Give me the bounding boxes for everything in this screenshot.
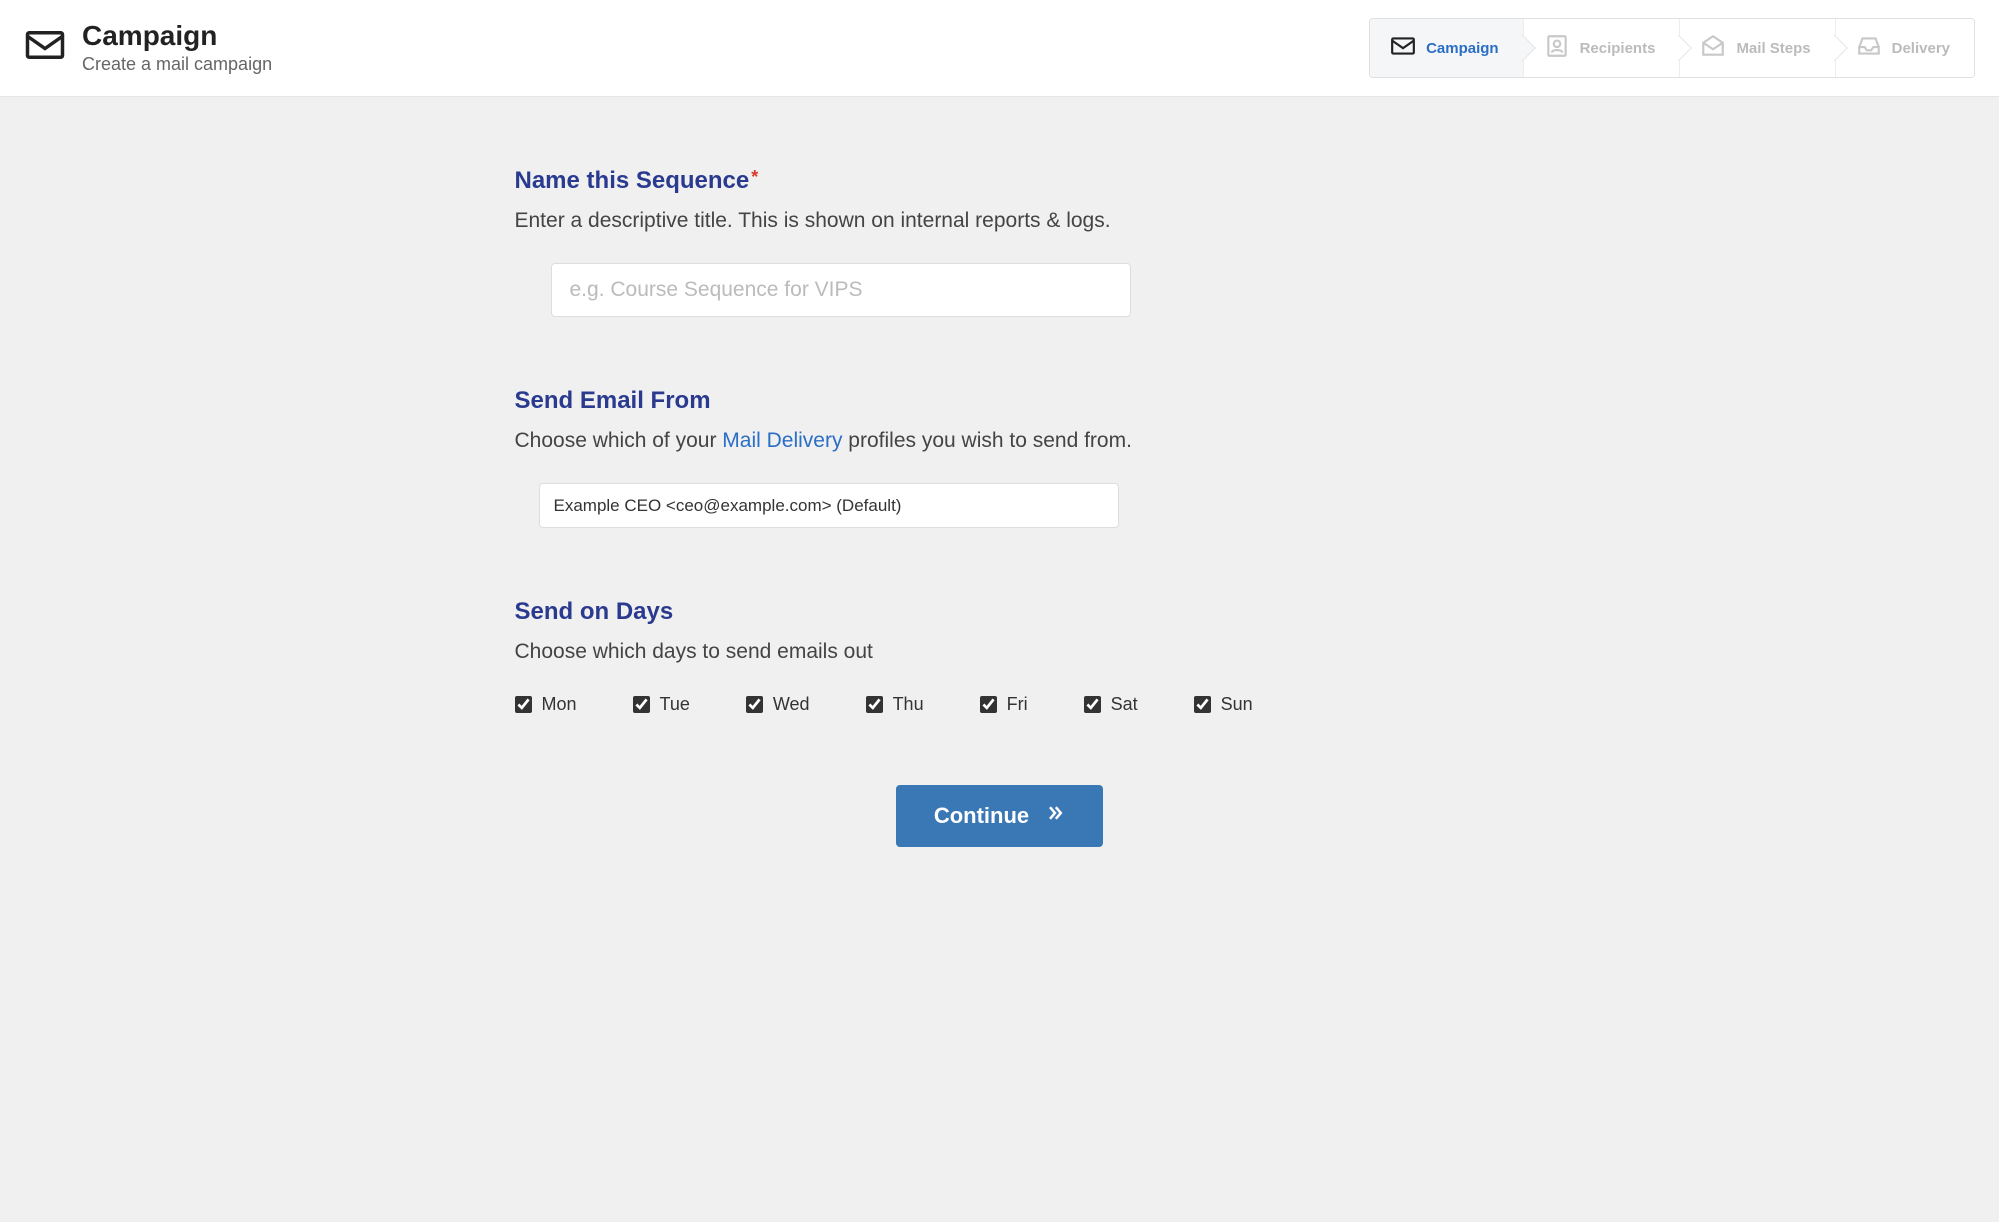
envelope-icon (24, 24, 66, 71)
sequence-name-input[interactable] (551, 263, 1131, 317)
section-description: Choose which days to send emails out (515, 640, 1485, 664)
section-title: Send on Days (515, 598, 1485, 626)
section-send-days: Send on Days Choose which days to send e… (515, 598, 1485, 715)
step-delivery[interactable]: Delivery (1836, 19, 1974, 77)
desc-suffix: profiles you wish to send from. (842, 429, 1131, 452)
day-label: Thu (893, 694, 924, 715)
envelope-icon (1390, 33, 1416, 63)
page-subtitle: Create a mail campaign (82, 54, 272, 75)
day-label: Mon (542, 694, 577, 715)
day-sun[interactable]: Sun (1194, 694, 1253, 715)
day-checkbox[interactable] (980, 696, 997, 713)
desc-prefix: Choose which of your (515, 429, 723, 452)
section-title: Send Email From (515, 387, 1485, 415)
header-title-block: Campaign Create a mail campaign (82, 21, 272, 75)
section-description: Enter a descriptive title. This is shown… (515, 209, 1485, 233)
section-title: Name this Sequence* (515, 167, 1485, 195)
day-checkbox[interactable] (633, 696, 650, 713)
section-title-text: Name this Sequence (515, 167, 750, 194)
inbox-icon (1856, 33, 1882, 63)
day-label: Fri (1007, 694, 1028, 715)
day-label: Tue (660, 694, 690, 715)
main-content: Name this Sequence* Enter a descriptive … (475, 97, 1525, 907)
section-description: Choose which of your Mail Delivery profi… (515, 429, 1485, 453)
continue-label: Continue (934, 803, 1029, 829)
page-title: Campaign (82, 21, 272, 52)
section-name-sequence: Name this Sequence* Enter a descriptive … (515, 167, 1485, 317)
day-checkbox[interactable] (1084, 696, 1101, 713)
required-indicator: * (751, 167, 758, 187)
continue-button[interactable]: Continue (896, 785, 1103, 847)
send-from-select[interactable]: Example CEO <ceo@example.com> (Default) (539, 483, 1119, 528)
from-select-wrap: Example CEO <ceo@example.com> (Default) (539, 483, 1119, 528)
mail-delivery-link[interactable]: Mail Delivery (722, 429, 842, 452)
page-header: Campaign Create a mail campaign Campaign… (0, 0, 1999, 97)
day-label: Wed (773, 694, 810, 715)
step-label: Delivery (1892, 40, 1950, 57)
day-checkbox[interactable] (515, 696, 532, 713)
wizard-stepper: Campaign Recipients Mail Steps Delivery (1369, 18, 1975, 78)
section-send-from: Send Email From Choose which of your Mai… (515, 387, 1485, 528)
day-tue[interactable]: Tue (633, 694, 690, 715)
day-label: Sat (1111, 694, 1138, 715)
header-left: Campaign Create a mail campaign (24, 21, 272, 75)
day-checkbox[interactable] (746, 696, 763, 713)
day-fri[interactable]: Fri (980, 694, 1028, 715)
step-recipients[interactable]: Recipients (1524, 19, 1681, 77)
day-checkbox[interactable] (1194, 696, 1211, 713)
step-label: Campaign (1426, 40, 1499, 57)
day-wed[interactable]: Wed (746, 694, 810, 715)
user-badge-icon (1544, 33, 1570, 63)
envelope-open-icon (1700, 33, 1726, 63)
continue-wrap: Continue (515, 785, 1485, 847)
day-label: Sun (1221, 694, 1253, 715)
step-label: Recipients (1580, 40, 1656, 57)
day-thu[interactable]: Thu (866, 694, 924, 715)
day-mon[interactable]: Mon (515, 694, 577, 715)
chevrons-right-icon (1045, 803, 1065, 829)
step-campaign[interactable]: Campaign (1370, 19, 1524, 77)
step-mail-steps[interactable]: Mail Steps (1680, 19, 1835, 77)
days-row: Mon Tue Wed Thu Fri Sat (515, 694, 1485, 715)
day-sat[interactable]: Sat (1084, 694, 1138, 715)
step-label: Mail Steps (1736, 40, 1810, 57)
day-checkbox[interactable] (866, 696, 883, 713)
